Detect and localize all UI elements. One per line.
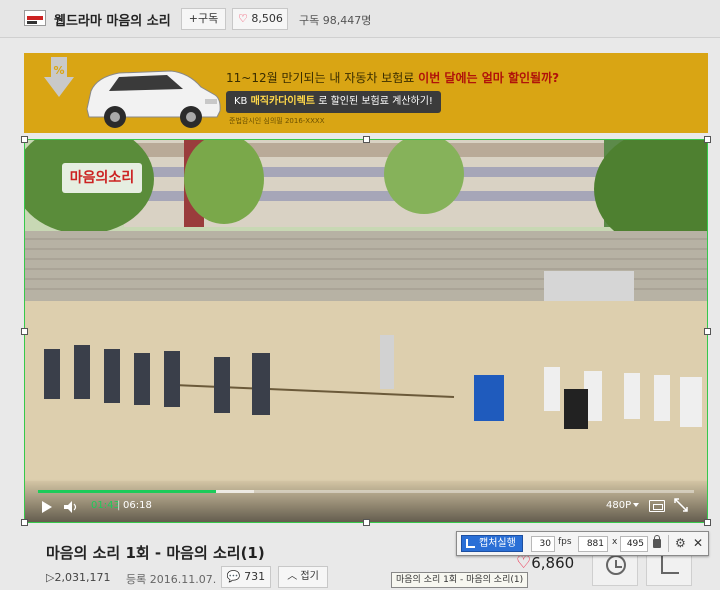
subscribe-button[interactable]: +구독 xyxy=(181,8,226,30)
time-separator: | xyxy=(117,500,121,511)
capture-toolbar: 캡처실행 30 fps 881 x 495 ⚙ ✕ xyxy=(456,531,709,556)
ad-cta-brand: 매직카다이렉트 xyxy=(250,96,316,107)
caret-down-icon[interactable] xyxy=(633,503,639,507)
comment-button[interactable]: 💬 731 xyxy=(221,566,271,588)
share-icon xyxy=(661,556,679,574)
channel-like-count: 8,506 xyxy=(251,12,283,25)
volume-icon[interactable] xyxy=(64,501,80,513)
channel-header: 웹드라마 마음의 소리 +구독 ♡ 8,506 구독 98,447명 xyxy=(0,0,720,38)
toolbar-divider xyxy=(668,535,669,552)
quality-selector[interactable]: 480P xyxy=(606,500,631,511)
video-like-button[interactable]: ♡6,860 xyxy=(516,553,574,573)
svg-text:%: % xyxy=(53,64,64,77)
dimension-x-label: x xyxy=(612,537,618,547)
height-input[interactable]: 495 xyxy=(620,536,648,552)
heart-icon: ♡ xyxy=(238,12,248,25)
video-overlay-logo: 마음의소리 xyxy=(62,163,142,193)
ad-headline-prefix: 11~12월 만기되는 내 자동차 보험료 xyxy=(226,71,419,85)
ad-cta-suffix: 로 할인된 보험료 계산하기! xyxy=(315,96,433,107)
duration: 06:18 xyxy=(123,500,152,511)
registered-date: 등록 2016.11.07. xyxy=(126,573,217,586)
channel-logo[interactable] xyxy=(24,10,46,26)
view-count: ▷2,031,171 xyxy=(46,571,111,584)
heart-icon: ♡ xyxy=(516,553,532,573)
ad-headline-highlight: 이번 달에는 얼마 할인될까? xyxy=(418,71,560,85)
close-icon[interactable]: ✕ xyxy=(693,536,703,550)
fold-button[interactable]: ︿ 접기 xyxy=(278,566,328,588)
theater-mode-icon[interactable] xyxy=(649,500,665,512)
ad-headline: 11~12월 만기되는 내 자동차 보험료 이번 달에는 얼마 할인될까? xyxy=(226,69,559,86)
progress-bar[interactable] xyxy=(38,490,216,493)
crop-icon xyxy=(466,539,475,548)
player-controls: 01:43 | 06:18 480P xyxy=(24,479,708,523)
comment-icon: 💬 xyxy=(226,570,241,583)
discount-arrow-icon: % xyxy=(44,57,74,97)
current-time: 01:43 xyxy=(91,500,120,511)
capture-button[interactable]: 캡처실행 xyxy=(461,535,523,552)
video-frame xyxy=(24,139,708,481)
capture-label: 캡처실행 xyxy=(479,538,516,549)
fold-label: 접기 xyxy=(300,571,319,582)
ad-cta-button[interactable]: KB 매직카다이렉트 로 할인된 보험료 계산하기! xyxy=(226,91,441,113)
ad-banner[interactable]: % 11~12월 만기되는 내 자동차 보험료 이번 달에는 얼마 할인될까? … xyxy=(24,53,708,133)
video-player[interactable]: 마음의소리 01:43 | 06:18 480P xyxy=(24,139,708,523)
channel-like-button[interactable]: ♡ 8,506 xyxy=(232,8,288,30)
ad-fine-print: 준법감시인 심의필 2016-XXXX xyxy=(229,117,325,125)
title-tooltip: 마음의 소리 1회 - 마음의 소리(1) xyxy=(391,572,529,588)
fps-label: fps xyxy=(558,537,572,547)
channel-name[interactable]: 웹드라마 마음의 소리 xyxy=(54,10,171,29)
fps-input[interactable]: 30 xyxy=(531,536,555,552)
chevron-up-icon: ︿ xyxy=(287,571,298,582)
fullscreen-icon[interactable] xyxy=(674,498,688,512)
video-like-count: 6,860 xyxy=(531,554,575,572)
width-input[interactable]: 881 xyxy=(578,536,608,552)
comment-count: 731 xyxy=(244,570,266,583)
car-image xyxy=(86,70,221,128)
video-title: 마음의 소리 1회 - 마음의 소리(1) xyxy=(46,544,265,562)
play-icon[interactable] xyxy=(42,501,52,513)
subscriber-count: 구독 98,447명 xyxy=(299,14,372,27)
clock-icon xyxy=(606,555,626,575)
lock-icon[interactable] xyxy=(653,535,661,548)
gear-icon[interactable]: ⚙ xyxy=(675,536,686,550)
ad-cta-prefix: KB xyxy=(234,96,251,107)
